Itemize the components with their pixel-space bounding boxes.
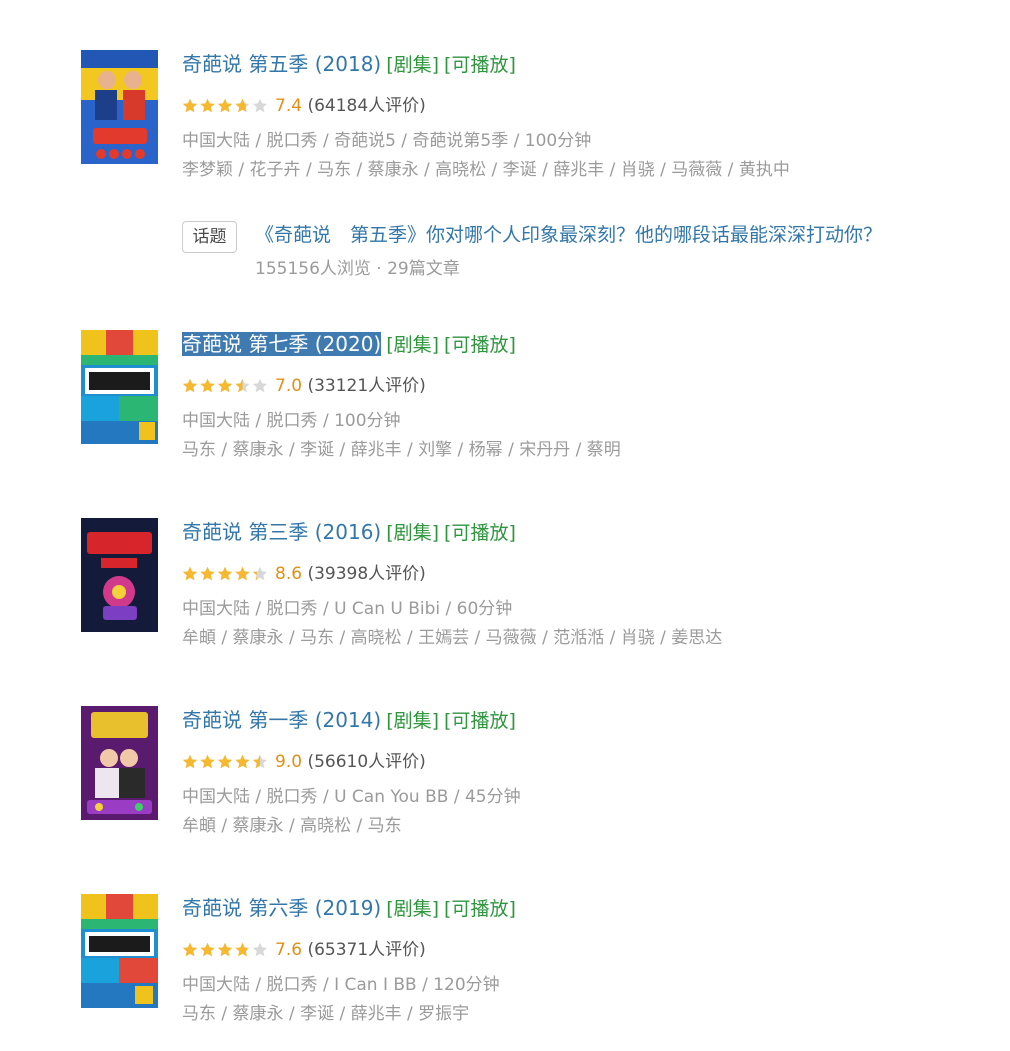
rating-votes: (65371人评价) [307, 940, 426, 960]
cast-list: 牟頔 / 蔡康永 / 高晓松 / 马东 [182, 816, 402, 836]
star-icon [235, 754, 250, 769]
star-icon [200, 378, 215, 393]
rating-stars-icon [182, 97, 270, 121]
rating-stars-icon [182, 941, 270, 965]
title-row: 奇葩说 第一季 (2014) [剧集] [可播放] [182, 706, 972, 734]
star-icon [252, 566, 268, 581]
tag-series[interactable]: [剧集] [386, 898, 439, 920]
tag-playable[interactable]: [可播放] [444, 54, 516, 76]
rating-votes: (56610人评价) [307, 752, 426, 772]
rating-votes: (33121人评价) [307, 376, 426, 396]
star-icon [235, 942, 250, 957]
meta-info: 中国大陆 / 脱口秀 / U Can You BB / 45分钟 [182, 787, 521, 807]
star-icon [235, 566, 250, 581]
title-link[interactable]: 奇葩说 第五季 (2018) [182, 52, 381, 76]
rating-row: 9.0 (56610人评价) [182, 750, 972, 774]
rating-stars-icon [182, 377, 270, 401]
star-icon [182, 98, 198, 113]
result-info: 奇葩说 第六季 (2019) [剧集] [可播放] 7.6 (65371人评价) 中… [182, 894, 972, 1026]
result-info: 奇葩说 第一季 (2014) [剧集] [可播放] 9.0 (56610人评价) 中… [182, 706, 972, 838]
poster-image[interactable] [81, 330, 158, 444]
star-icon [200, 566, 215, 581]
star-icon [182, 942, 198, 957]
star-icon [252, 98, 268, 113]
tag-playable[interactable]: [可播放] [444, 710, 516, 732]
tag-series[interactable]: [剧集] [386, 522, 439, 544]
cast-list: 马东 / 蔡康永 / 李诞 / 薛兆丰 / 刘擎 / 杨幂 / 宋丹丹 / 蔡明 [182, 440, 621, 460]
cast-list: 牟頔 / 蔡康永 / 马东 / 高晓松 / 王嫣芸 / 马薇薇 / 范湉湉 / … [182, 628, 723, 648]
star-icon [235, 378, 250, 393]
meta-info: 中国大陆 / 脱口秀 / 奇葩说5 / 奇葩说第5季 / 100分钟 [182, 131, 592, 151]
topic-title-link[interactable]: 《奇葩说 第五季》你对哪个人印象最深刻？他的哪段话最能深深打动你？ [255, 220, 882, 250]
star-icon [200, 942, 215, 957]
tag-series[interactable]: [剧集] [386, 54, 439, 76]
rating-score: 7.6 [275, 940, 303, 960]
title-link[interactable]: 奇葩说 第一季 (2014) [182, 708, 381, 732]
star-icon [182, 754, 198, 769]
tag-playable[interactable]: [可播放] [444, 898, 516, 920]
title-row: 奇葩说 第五季 (2018) [剧集] [可播放] [182, 50, 972, 78]
tag-playable[interactable]: [可播放] [444, 522, 516, 544]
star-icon [217, 754, 233, 769]
rating-votes: (64184人评价) [307, 96, 426, 116]
rating-stars-icon [182, 565, 270, 589]
meta-info: 中国大陆 / 脱口秀 / I Can I BB / 120分钟 [182, 975, 500, 995]
result-info: 奇葩说 第七季 (2020) [剧集] [可播放] 7.0 (33121人评价) 中… [182, 330, 972, 462]
poster-image[interactable] [81, 518, 158, 632]
rating-row: 7.0 (33121人评价) [182, 374, 972, 398]
star-icon [252, 378, 268, 393]
rating-score: 7.0 [275, 376, 303, 396]
tag-playable[interactable]: [可播放] [444, 334, 516, 356]
title-row: 奇葩说 第三季 (2016) [剧集] [可播放] [182, 518, 972, 546]
topic-badge: 话题 [182, 221, 237, 253]
star-icon [252, 754, 268, 769]
poster-image[interactable] [81, 894, 158, 1008]
star-icon [217, 942, 233, 957]
meta-info: 中国大陆 / 脱口秀 / 100分钟 [182, 411, 401, 431]
poster-image[interactable] [81, 706, 158, 820]
star-icon [200, 754, 215, 769]
title-row: 奇葩说 第七季 (2020) [剧集] [可播放] [182, 330, 972, 358]
title-row: 奇葩说 第六季 (2019) [剧集] [可播放] [182, 894, 972, 922]
star-icon [217, 98, 233, 113]
title-link[interactable]: 奇葩说 第三季 (2016) [182, 520, 381, 544]
star-icon [200, 98, 215, 113]
star-icon [235, 98, 250, 113]
rating-score: 8.6 [275, 564, 303, 584]
star-icon [217, 378, 233, 393]
cast-list: 李梦颖 / 花子卉 / 马东 / 蔡康永 / 高晓松 / 李诞 / 薛兆丰 / … [182, 160, 790, 180]
rating-score: 9.0 [275, 752, 303, 772]
tag-series[interactable]: [剧集] [386, 334, 439, 356]
rating-votes: (39398人评价) [307, 564, 426, 584]
result-info: 奇葩说 第三季 (2016) [剧集] [可播放] 8.6 (39398人评价) 中… [182, 518, 972, 650]
star-icon [252, 942, 268, 957]
rating-row: 7.4 (64184人评价) [182, 94, 972, 118]
rating-stars-icon [182, 753, 270, 777]
rating-score: 7.4 [275, 96, 303, 116]
star-icon [217, 566, 233, 581]
title-link[interactable]: 奇葩说 第七季 (2020) [182, 332, 382, 356]
meta-info: 中国大陆 / 脱口秀 / U Can U Bibi / 60分钟 [182, 599, 513, 619]
tag-series[interactable]: [剧集] [386, 710, 439, 732]
poster-image[interactable] [81, 50, 158, 164]
result-info: 奇葩说 第五季 (2018) [剧集] [可播放] 7.4 (64184人评价) 中… [182, 50, 972, 182]
star-icon [182, 566, 198, 581]
star-icon [182, 378, 198, 393]
rating-row: 8.6 (39398人评价) [182, 562, 972, 586]
title-link[interactable]: 奇葩说 第六季 (2019) [182, 896, 381, 920]
rating-row: 7.6 (65371人评价) [182, 938, 972, 962]
cast-list: 马东 / 蔡康永 / 李诞 / 薛兆丰 / 罗振宇 [182, 1004, 470, 1024]
topic-stats: 155156人浏览 · 29篇文章 [255, 259, 460, 279]
